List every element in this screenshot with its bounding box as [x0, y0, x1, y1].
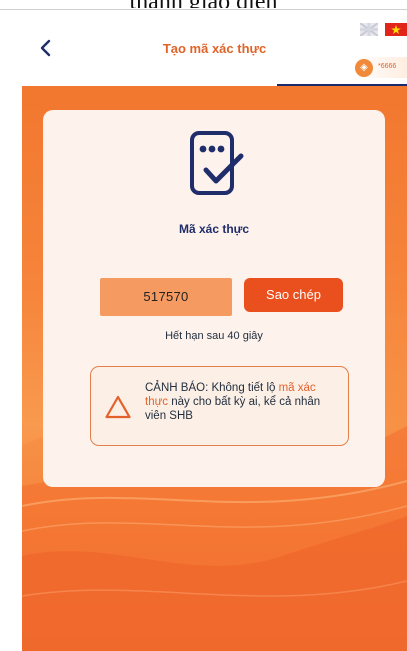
warning-triangle-icon	[105, 395, 131, 419]
auth-card: Mã xác thực 517570 Sao chép Hết hạn sau …	[43, 110, 385, 487]
divider	[0, 9, 407, 10]
otp-code: 517570	[100, 278, 232, 316]
account-number: *6666	[378, 63, 397, 70]
page-title: Tạo mã xác thực	[162, 41, 267, 56]
warning-suffix: này cho bất kỳ ai, kể cả nhân viên SHB	[145, 396, 321, 422]
expiry-text: Hết hạn sau 40 giây	[165, 330, 263, 342]
header: Tạo mã xác thực ◈ *6666	[22, 14, 407, 87]
vietnam-flag-icon[interactable]	[385, 23, 407, 36]
phone-check-icon	[190, 131, 244, 195]
document-caption: thanh giao diện	[0, 0, 407, 8]
uk-flag-icon[interactable]	[359, 22, 379, 37]
copy-button[interactable]: Sao chép	[244, 278, 343, 312]
app-screen: Tạo mã xác thực ◈ *6666 Mã xác thực 5175…	[22, 14, 407, 651]
warning-text: CẢNH BÁO: Không tiết lộ mã xác thực này …	[145, 381, 341, 423]
warning-box: CẢNH BÁO: Không tiết lộ mã xác thực này …	[90, 366, 349, 446]
warning-prefix: CẢNH BÁO: Không tiết lộ	[145, 382, 279, 394]
coin-icon: ◈	[355, 59, 373, 77]
auth-code-label: Mã xác thực	[178, 222, 250, 236]
